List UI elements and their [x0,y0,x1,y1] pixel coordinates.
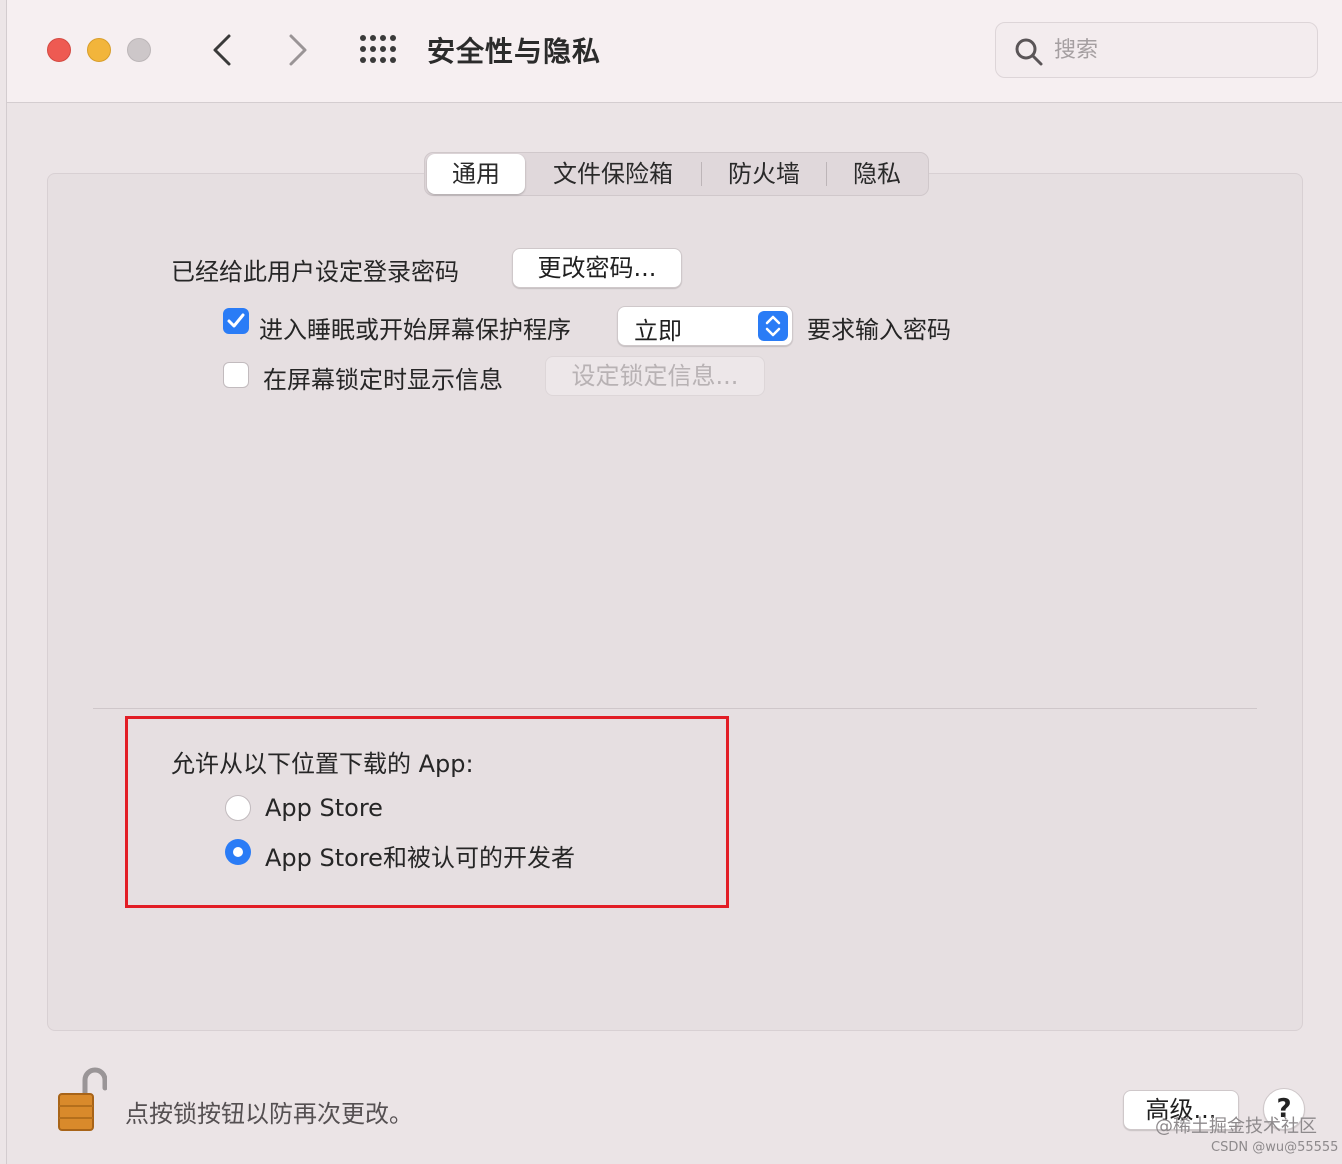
set-lock-message-button[interactable]: 设定锁定信息... [545,356,765,396]
forward-button[interactable] [281,30,315,70]
watermark-juejin: @稀土掘金技术社区 [1155,1116,1317,1137]
tab-privacy[interactable]: 隐私 [827,154,927,194]
section-divider [93,708,1257,709]
lock-message-checkbox[interactable] [223,362,249,388]
search-icon [1015,38,1043,66]
password-delay-value: 立即 [634,317,682,345]
sleep-password-label: 进入睡眠或开始屏幕保护程序 [259,316,571,344]
checkmark-icon [227,313,245,328]
password-delay-select[interactable]: 立即 [617,306,793,346]
title-bar: 安全性与隐私 [7,0,1342,103]
sleep-password-checkbox[interactable] [223,308,249,334]
search-field[interactable] [995,22,1318,78]
chevron-right-icon [289,34,307,66]
tab-filevault[interactable]: 文件保险箱 [525,154,701,194]
window-title: 安全性与隐私 [427,35,602,68]
require-password-label: 要求输入密码 [807,316,951,344]
search-input[interactable] [1054,33,1304,67]
radio-app-store[interactable] [225,795,251,821]
updown-chevron-icon [758,311,788,341]
lock-message-label: 在屏幕锁定时显示信息 [263,366,503,394]
close-button[interactable] [47,38,71,62]
zoom-button[interactable] [127,38,151,62]
change-password-button[interactable]: 更改密码... [512,248,682,288]
tab-general[interactable]: 通用 [427,154,525,194]
lock-icon[interactable] [55,1066,108,1134]
tab-firewall[interactable]: 防火墙 [702,154,826,194]
show-all-grid-icon[interactable] [359,34,397,64]
radio-app-store-label: App Store [265,794,383,822]
tab-bar: 通用 文件保险箱 防火墙 隐私 [424,152,929,196]
download-source-heading: 允许从以下位置下载的 App: [171,750,474,778]
radio-app-store-identified[interactable] [225,839,251,865]
minimize-button[interactable] [87,38,111,62]
preferences-window: 安全性与隐私 通用 文件保险箱 防火墙 隐私 已经给此用户设定登录密码 更改密码… [6,0,1342,1164]
lock-hint-text: 点按锁按钮以防再次更改。 [125,1100,413,1128]
chevron-left-icon [213,34,231,66]
radio-app-store-identified-label: App Store和被认可的开发者 [265,844,575,872]
watermark-csdn: CSDN @wu@55555 [1211,1140,1339,1155]
password-set-label: 已经给此用户设定登录密码 [171,258,459,286]
back-button[interactable] [205,30,239,70]
